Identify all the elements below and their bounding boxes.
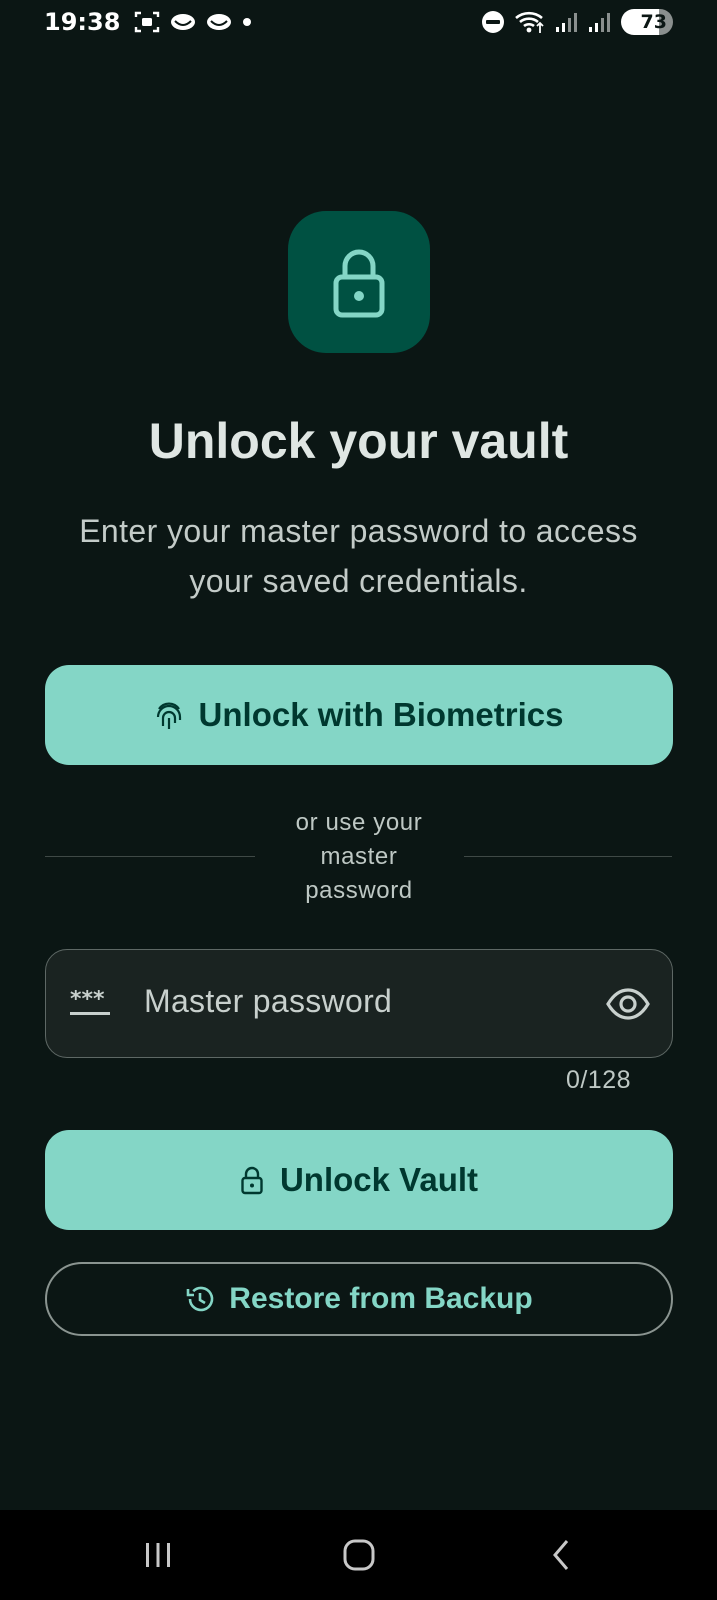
signal-icon	[556, 13, 577, 32]
vault-lock-badge	[288, 211, 430, 353]
biometrics-button-label: Unlock with Biometrics	[198, 696, 564, 733]
page-subtitle: Enter your master password to access you…	[79, 513, 638, 599]
battery-level: 73	[640, 11, 667, 33]
lock-icon	[241, 1166, 263, 1195]
master-password-placeholder[interactable]: Master password	[144, 983, 392, 1020]
home-button[interactable]	[329, 1532, 389, 1578]
home-icon	[343, 1539, 375, 1571]
divider-line-right	[464, 856, 672, 857]
recents-icon	[146, 1543, 170, 1567]
restore-from-backup-button[interactable]: Restore from Backup	[45, 1262, 673, 1336]
back-button[interactable]	[531, 1532, 591, 1578]
status-time: 19:38	[44, 8, 121, 36]
history-icon	[186, 1286, 214, 1312]
screenshot-icon	[135, 11, 160, 33]
password-icon: ***	[70, 990, 110, 1015]
status-bar-right: 73	[481, 9, 673, 35]
divider-line-left	[45, 856, 255, 857]
battery-icon: 73	[621, 9, 673, 35]
status-bar-left: 19:38	[44, 8, 252, 36]
back-icon	[553, 1540, 569, 1570]
restore-from-backup-label: Restore from Backup	[229, 1282, 533, 1315]
status-bar: 19:38 73	[0, 0, 717, 44]
unlock-vault-button[interactable]: Unlock Vault	[45, 1130, 673, 1230]
wifi-icon	[515, 11, 544, 33]
unlock-with-biometrics-button[interactable]: Unlock with Biometrics	[45, 665, 673, 765]
notification-app-icon	[207, 14, 232, 30]
notification-icons	[134, 10, 252, 34]
signal-icon	[589, 13, 610, 32]
unlock-vault-label: Unlock Vault	[279, 1161, 479, 1198]
fingerprint-icon	[156, 702, 181, 729]
password-char-counter: 0/128	[565, 1066, 631, 1094]
svg-text:***: ***	[70, 990, 105, 1012]
divider-text: or use your master password	[295, 809, 423, 904]
eye-icon[interactable]	[606, 984, 650, 1024]
unlock-screen: 19:38 73 Unlock your vault Enter your ma…	[0, 0, 717, 1600]
dot-icon	[243, 18, 252, 26]
lock-icon	[333, 249, 385, 318]
system-navigation-bar	[0, 1510, 717, 1600]
master-password-field[interactable]: *** Master password	[45, 949, 673, 1058]
do-not-disturb-icon	[482, 11, 504, 33]
notification-app-icon	[171, 14, 196, 30]
recents-button[interactable]	[128, 1532, 188, 1578]
page-title: Unlock your vault	[148, 413, 569, 469]
